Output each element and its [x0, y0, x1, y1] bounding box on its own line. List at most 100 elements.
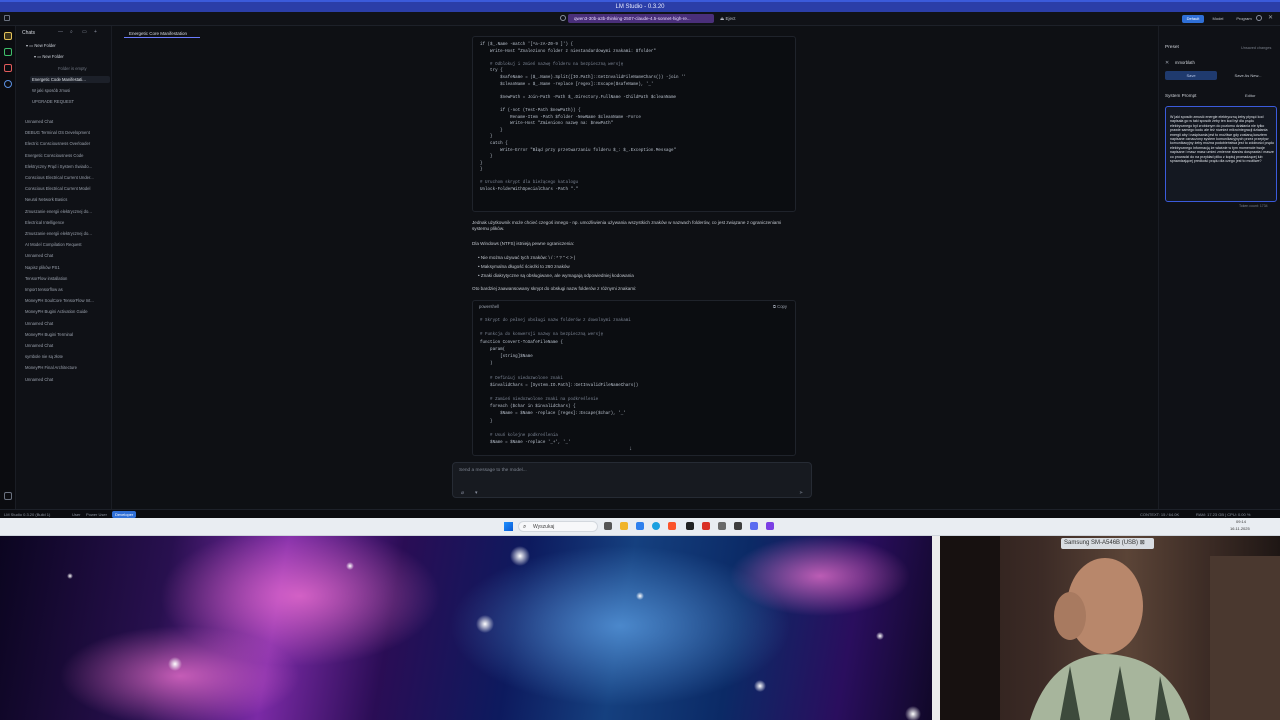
mode-model-button[interactable]: Model [1208, 15, 1228, 23]
app-icon[interactable] [702, 522, 710, 530]
system-prompt-textarea[interactable]: W jaki sposób zmusić energie elektryczną… [1165, 106, 1277, 202]
sidebar-chat-item[interactable]: MoneyPH Bugini Terminal [25, 332, 109, 337]
sidebar-chat-item[interactable]: Elektryczny Prąd i System Świado... [25, 164, 109, 169]
settings-icon[interactable] [1256, 15, 1262, 21]
code-line: Write-Host "Znaleziono folder z niestand… [480, 49, 656, 54]
code-line: # Funkcja do konwersji nazwy na bezpiecz… [480, 333, 604, 338]
store-icon[interactable] [636, 522, 644, 530]
message-input[interactable]: Send a message to the model... [459, 468, 527, 473]
preset-state: Unsaved changes [1241, 46, 1272, 50]
brave-icon[interactable] [668, 522, 676, 530]
sidebar-chat-item[interactable]: symbole nie są złote [25, 354, 109, 359]
sidebar-chat-item[interactable]: DEBUG Terminal OS Development [25, 130, 109, 135]
chat-icon[interactable] [4, 32, 12, 40]
tab-active-chat[interactable]: Energetic Core Manifestation [124, 29, 200, 38]
settings-gear-icon[interactable] [560, 15, 566, 21]
sidebar-chat-item[interactable]: Neural Network Basics [25, 197, 109, 202]
preset-select[interactable]: mmorblath [1175, 59, 1267, 67]
message-paragraph: Jednak użytkownik może chcieć czegoś inn… [472, 220, 782, 231]
download-icon[interactable] [4, 492, 12, 500]
send-icon[interactable]: ➤ [799, 490, 803, 496]
app-icon[interactable] [750, 522, 758, 530]
attach-icon[interactable]: ⌀ [461, 490, 464, 496]
message-paragraph: Dla Windows (NTFS) istnieją pewne ograni… [472, 241, 575, 246]
code-line: } [480, 161, 483, 166]
sidebar-chat-item[interactable]: MoneyPH Bugini Activation Guide [25, 309, 109, 314]
obs-icon[interactable] [766, 522, 774, 530]
sidebar-folder-1[interactable]: ▾ ▭ New Folder [26, 43, 110, 48]
sidebar-chat-item[interactable]: MoneyPH Final Architecture [25, 365, 109, 370]
lmstudio-taskbar-icon[interactable] [734, 522, 742, 530]
search-icon[interactable]: ⌕ [70, 29, 73, 35]
options-icon[interactable]: ▾ [475, 490, 478, 496]
sidebar-chat-item[interactable]: Energetic Consciousness Code [25, 153, 109, 158]
copy-label: Copy [777, 304, 787, 309]
code-line: $newPath = Join-Path -Path $_.Directory.… [480, 95, 677, 100]
sidebar-folder-2[interactable]: ▾ ▭ New Folder [34, 54, 118, 59]
bullet-text: Nie można używać tych znaków: \ / : * ? … [480, 255, 576, 260]
sidebar-chat-item[interactable]: Zmuszanie energii elektrycznej do... [25, 209, 109, 214]
scroll-down-icon[interactable]: ↓ [629, 446, 632, 452]
taskbar-search[interactable]: ⌕ Wyszukaj [518, 521, 598, 532]
code-line: } [480, 168, 483, 173]
eject-label: Eject [725, 16, 736, 21]
sidebar-chat-item[interactable]: MoneyPH SoulCore TensorFlow Int... [25, 298, 109, 303]
sidebar-chat-item[interactable]: Napisz plików PS1 [25, 265, 109, 270]
space-background-image [0, 536, 932, 720]
copy-button[interactable]: ⧉ Copy [773, 304, 787, 309]
editor-toggle[interactable]: Editor [1245, 93, 1255, 98]
edge-icon[interactable] [652, 522, 660, 530]
sidebar-chat-item[interactable]: Electrical Intelligence [25, 220, 109, 225]
mode-developer[interactable]: Developer [112, 511, 137, 518]
new-chat-icon[interactable]: + [94, 29, 97, 35]
webcam-source-label: Samsung SM-A546B (USB) ⊠ [1061, 538, 1154, 549]
sidebar-chat-item[interactable]: Electric Consciousness Overloader [25, 141, 109, 146]
sidebar-chat-item[interactable]: Unnamed Chat [25, 321, 109, 326]
clear-preset-icon[interactable]: ✕ [1165, 60, 1169, 66]
save-as-new-button[interactable]: Save As New... [1221, 71, 1275, 80]
developer-icon[interactable] [4, 48, 12, 56]
sidebar-chat-item[interactable]: Unnamed Chat [25, 377, 109, 382]
sidebar-chat-item[interactable]: AI Model Compilation Request [25, 242, 109, 247]
sidebar-chat-item[interactable]: Energetic Code Manifestati... [30, 76, 110, 83]
sidebar-chat-item[interactable]: Conscious Electrical Current Model [25, 186, 109, 191]
close-icon[interactable]: ⊠ [1140, 540, 1145, 546]
search-icon: ⌕ [523, 524, 527, 530]
app-icon[interactable] [718, 522, 726, 530]
new-folder-icon[interactable]: ▭ [82, 29, 87, 35]
system-prompt-text: W jaki sposób zmusić energie elektryczną… [1170, 115, 1274, 164]
sidebar-chat-item[interactable]: Unnamed Chat [25, 119, 109, 124]
sidebar-chat-item[interactable]: TensorFlow installation [25, 276, 109, 281]
app-build: (Build 1) [35, 512, 51, 517]
sidebar-chat-item[interactable]: W jaki sposób zmusi [32, 88, 116, 93]
mode-default-button[interactable]: Default [1182, 15, 1204, 23]
model-selector[interactable]: qwen3-30b-a3b-thinking-2507-claude-4.5-s… [568, 14, 714, 23]
window-title: LM Studio - 0.3.20 [615, 4, 665, 10]
sidebar-toggle-icon[interactable] [4, 15, 10, 21]
code-line: Unlock-FolderWithSpecialChars -Path "." [480, 188, 579, 193]
webcam-person-graphic [940, 536, 1280, 720]
discover-search-icon[interactable] [4, 80, 12, 88]
sidebar-chat-item[interactable]: Import tensorflow as [25, 287, 109, 292]
close-icon[interactable]: ✕ [1268, 15, 1273, 21]
sidebar-chat-item[interactable]: Conscious Electrical Current Under... [25, 175, 109, 180]
task-view-icon[interactable] [604, 522, 612, 530]
file-explorer-icon[interactable] [620, 522, 628, 530]
terminal-icon[interactable] [686, 522, 694, 530]
models-folder-icon[interactable] [4, 64, 12, 72]
code-line: catch { [480, 141, 508, 146]
eject-button[interactable]: ⏏ Eject [720, 14, 742, 23]
sidebar-chat-item[interactable]: UPGRADE REQUEST [32, 99, 116, 104]
save-preset-button[interactable]: Save [1165, 71, 1217, 80]
mode-program-button[interactable]: Program [1232, 15, 1256, 23]
icon-rail [0, 26, 16, 518]
sidebar-chat-item[interactable]: Zmuszanie energii elektrycznej do... [25, 231, 109, 236]
bullet-item: • Znaki diakrytyczne są obsługiwane, ale… [478, 273, 634, 278]
start-icon[interactable] [504, 522, 513, 531]
sidebar-chat-item[interactable]: Unnamed Chat [25, 253, 109, 258]
collapse-icon[interactable]: — [58, 29, 63, 35]
sidebar-chat-item[interactable]: Unnamed Chat [25, 343, 109, 348]
code-line: ) [480, 362, 493, 367]
code-line: if (-not (Test-Path $newPath)) { [480, 108, 581, 113]
